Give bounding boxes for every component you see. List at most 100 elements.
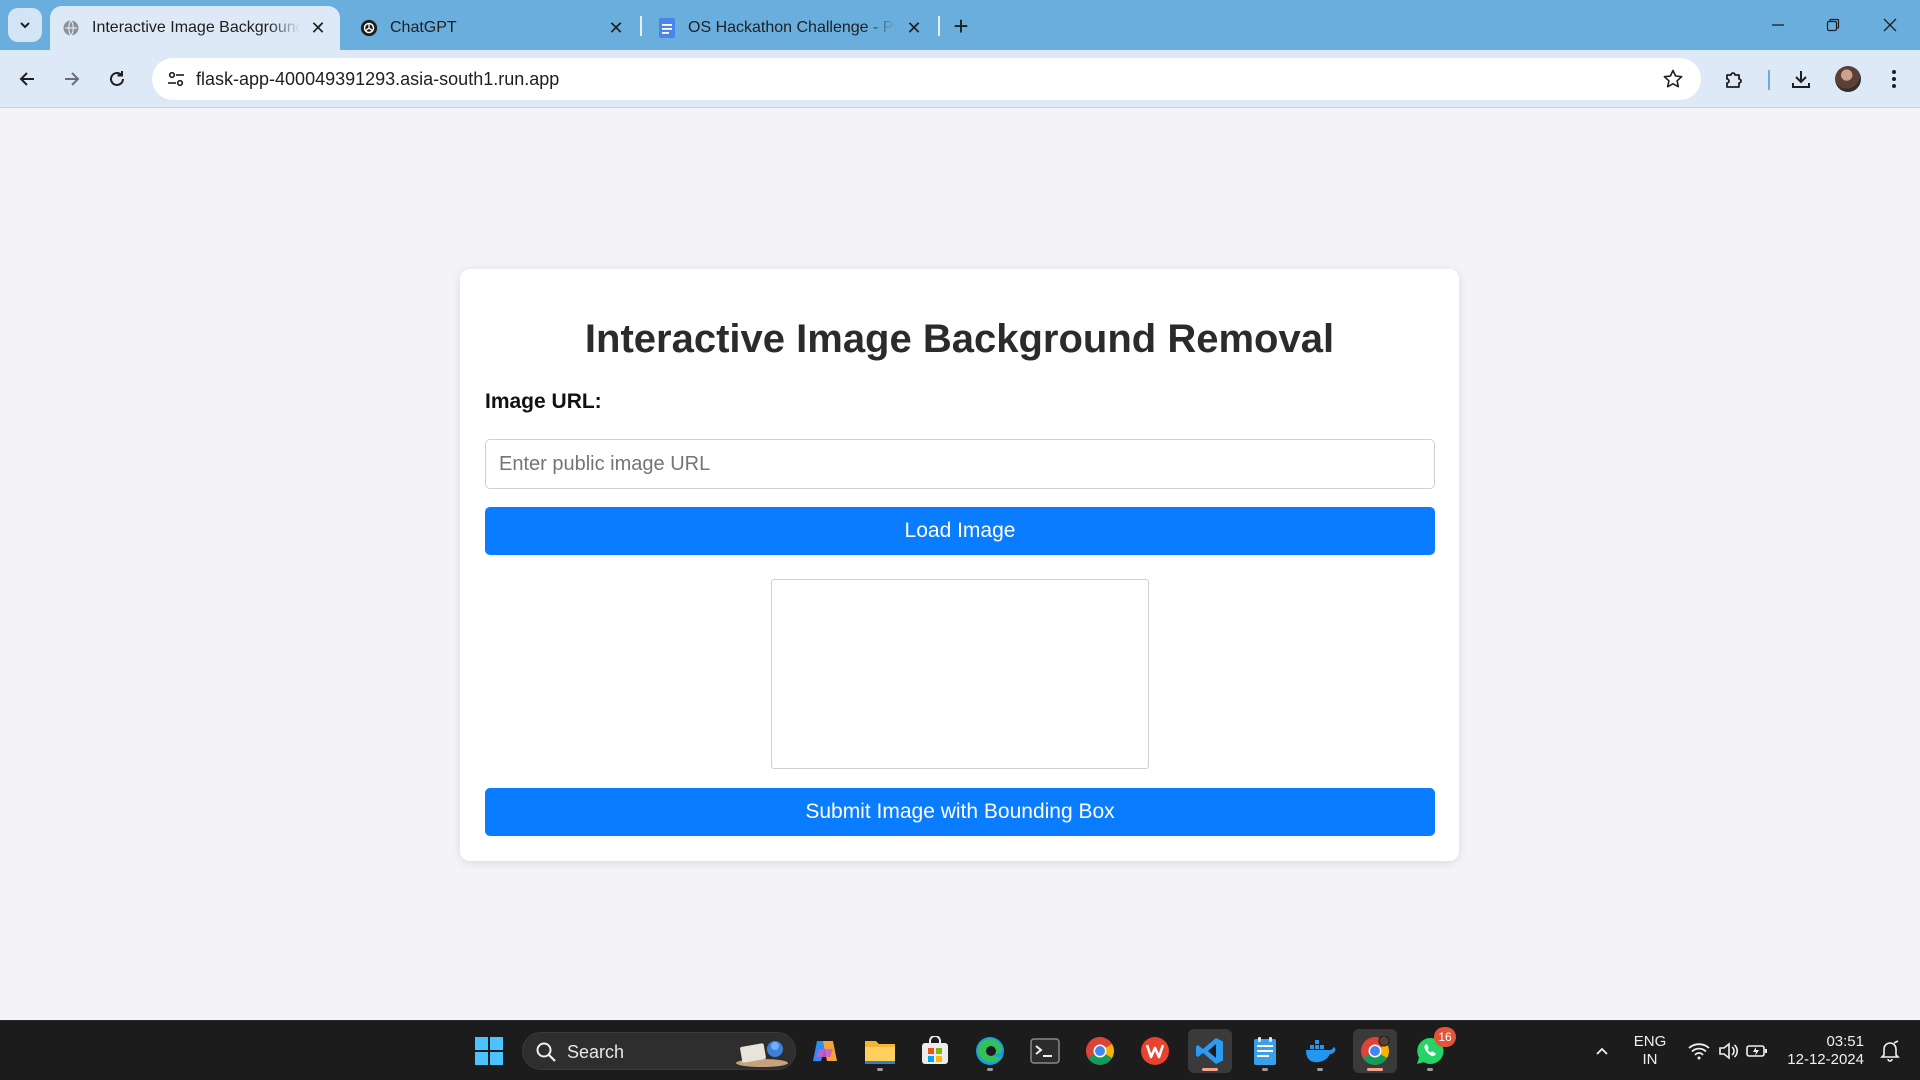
notifications-button[interactable]: [1870, 1029, 1910, 1073]
toolbar-separator: [1768, 70, 1770, 90]
quick-settings-button[interactable]: [1678, 1029, 1778, 1073]
chrome-app[interactable]: [1078, 1029, 1122, 1073]
tab-os-hackathon[interactable]: OS Hackathon Challenge - Pre-Hackathon ✕: [646, 6, 936, 50]
image-url-label: Image URL:: [485, 390, 602, 413]
copilot-app[interactable]: [803, 1029, 847, 1073]
image-url-input[interactable]: [485, 439, 1435, 489]
load-image-button[interactable]: Load Image: [485, 507, 1435, 555]
google-docs-icon: [658, 18, 676, 38]
chrome-icon: [1086, 1037, 1114, 1065]
bookmark-star-icon[interactable]: [1661, 67, 1685, 91]
clock[interactable]: 03:51 12-12-2024: [1780, 1033, 1864, 1069]
edge-app[interactable]: [968, 1029, 1012, 1073]
docker-app[interactable]: [1298, 1029, 1342, 1073]
browser-toolbar: flask-app-400049391293.asia-south1.run.a…: [0, 50, 1920, 108]
show-hidden-icons-button[interactable]: [1580, 1029, 1624, 1073]
tab-close-icon[interactable]: ✕: [306, 16, 330, 40]
chevron-up-icon: [1596, 1047, 1608, 1055]
file-explorer-app[interactable]: [858, 1029, 902, 1073]
download-icon: [1792, 71, 1810, 88]
terminal-icon: [1030, 1038, 1060, 1064]
submit-bounding-box-button[interactable]: Submit Image with Bounding Box: [485, 788, 1435, 836]
image-canvas[interactable]: [771, 579, 1149, 769]
chrome-icon: [1361, 1036, 1390, 1065]
close-icon: [1883, 18, 1897, 32]
tab-title: ChatGPT: [390, 19, 457, 36]
tab-title: Interactive Image Background Removal: [92, 19, 300, 36]
running-indicator: [877, 1068, 883, 1071]
start-button[interactable]: [467, 1029, 511, 1073]
active-indicator: [1367, 1068, 1383, 1071]
arrow-right-icon: [65, 72, 80, 86]
site-info-icon[interactable]: [162, 65, 190, 93]
tab-search-button[interactable]: [8, 8, 42, 42]
whatsapp-app[interactable]: 16: [1408, 1027, 1456, 1073]
language-code: ENG: [1633, 1033, 1667, 1050]
tab-chatgpt[interactable]: ChatGPT ✕: [348, 6, 638, 50]
copilot-icon: [813, 1041, 837, 1061]
tab-close-icon[interactable]: ✕: [902, 16, 926, 40]
menu-button[interactable]: [1878, 63, 1910, 95]
search-icon: [536, 1042, 556, 1062]
tab-separator: [938, 16, 940, 36]
running-indicator: [1317, 1068, 1323, 1071]
new-tab-button[interactable]: +: [946, 11, 976, 41]
clock-time: 03:51: [1826, 1033, 1864, 1050]
active-indicator: [1202, 1068, 1218, 1071]
extensions-button[interactable]: [1719, 63, 1751, 95]
windows-taskbar: Search 16 ENG IN 03:51 12-12-2024: [0, 1020, 1920, 1080]
chrome-profile-app[interactable]: [1353, 1029, 1397, 1073]
restore-button[interactable]: [1813, 8, 1853, 42]
store-icon: [922, 1036, 948, 1064]
reload-button[interactable]: [99, 61, 135, 97]
minimize-icon: [1772, 24, 1784, 26]
wps-office-app[interactable]: [1133, 1029, 1177, 1073]
region-code: IN: [1642, 1051, 1658, 1068]
wps-icon: [1141, 1037, 1169, 1065]
volume-icon: [1719, 1042, 1738, 1060]
forward-button[interactable]: [54, 61, 90, 97]
tab-separator: [640, 16, 642, 36]
minimize-button[interactable]: [1758, 8, 1798, 42]
clock-date: 12-12-2024: [1787, 1051, 1864, 1068]
vscode-icon: [1196, 1038, 1223, 1064]
search-highlight-icon: [736, 1041, 788, 1067]
reload-icon: [110, 71, 124, 86]
restore-icon: [1826, 18, 1840, 32]
globe-icon: [62, 19, 80, 37]
tab-close-icon[interactable]: ✕: [604, 16, 628, 40]
arrow-left-icon: [19, 72, 34, 86]
puzzle-icon: [1726, 72, 1742, 88]
vscode-app[interactable]: [1188, 1029, 1232, 1073]
docker-icon: [1306, 1040, 1336, 1063]
downloads-button[interactable]: [1785, 63, 1817, 95]
profile-avatar[interactable]: [1835, 66, 1861, 92]
folder-icon: [865, 1041, 895, 1064]
main-card: Interactive Image Background Removal Ima…: [460, 269, 1459, 861]
tab-title: OS Hackathon Challenge - Pre-Hackathon: [688, 19, 896, 36]
terminal-app[interactable]: [1023, 1029, 1067, 1073]
running-indicator: [1262, 1068, 1268, 1071]
browser-tab-strip: Interactive Image Background Removal ✕ C…: [0, 0, 1920, 50]
battery-charging-icon: [1746, 1045, 1767, 1057]
microsoft-store-app[interactable]: [913, 1029, 957, 1073]
back-button[interactable]: [9, 61, 45, 97]
address-bar[interactable]: flask-app-400049391293.asia-south1.run.a…: [152, 58, 1701, 100]
edge-icon: [976, 1037, 1004, 1065]
more-vertical-icon: [1892, 70, 1896, 88]
bell-icon: [1880, 1040, 1900, 1062]
notification-badge: 16: [1434, 1027, 1456, 1047]
chevron-down-icon: [20, 22, 30, 29]
running-indicator: [987, 1068, 993, 1071]
language-indicator[interactable]: ENG IN: [1628, 1033, 1672, 1069]
notepad-app[interactable]: [1243, 1029, 1287, 1073]
url-text[interactable]: flask-app-400049391293.asia-south1.run.a…: [196, 69, 559, 90]
taskbar-search[interactable]: Search: [522, 1032, 796, 1070]
page-content: Interactive Image Background Removal Ima…: [0, 109, 1920, 1020]
wifi-icon: [1688, 1043, 1710, 1060]
tab-interactive-image[interactable]: Interactive Image Background Removal ✕: [50, 6, 340, 50]
openai-icon: [360, 19, 378, 37]
search-label: Search: [567, 1042, 625, 1062]
running-indicator: [1427, 1068, 1433, 1071]
close-window-button[interactable]: [1870, 8, 1910, 42]
